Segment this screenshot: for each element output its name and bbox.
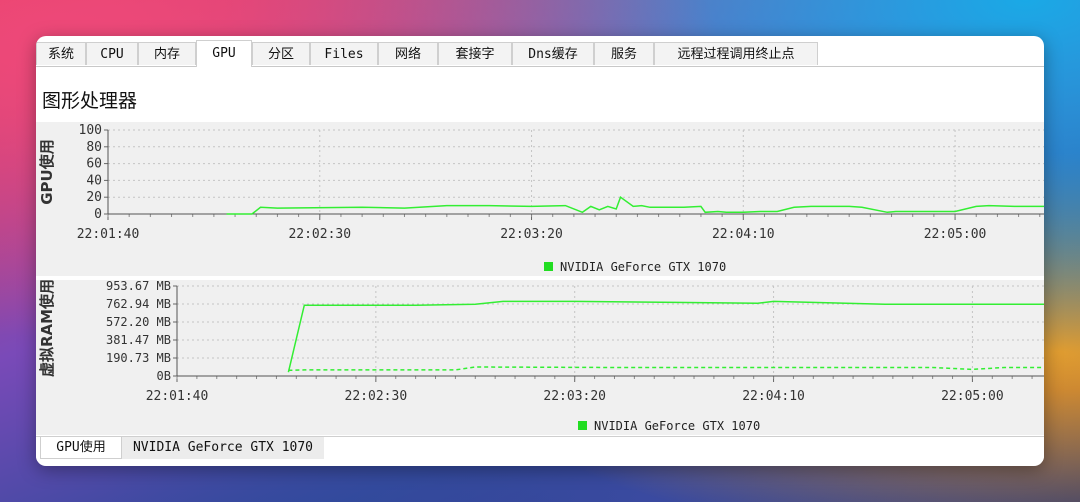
- x-tick-label: 22:03:20: [500, 227, 563, 242]
- tab-rpc-endpoints[interactable]: 远程过程调用终止点: [654, 42, 818, 65]
- tab-partitions[interactable]: 分区: [252, 42, 310, 65]
- y-tick-label: 190.73 MB: [106, 351, 171, 365]
- tab-files[interactable]: Files: [310, 42, 378, 65]
- vram-usage-chart: 953.67 MB 762.94 MB 572.20 MB 381.47 MB 190.…: [38, 279, 1044, 433]
- tab-network[interactable]: 网络: [378, 42, 438, 65]
- bottom-tab-gpu-usage[interactable]: GPU使用: [40, 437, 122, 459]
- x-tick-label: 22:02:30: [288, 227, 351, 242]
- legend-marker: [578, 421, 587, 430]
- tab-sockets[interactable]: 套接字: [438, 42, 512, 65]
- y-axis-label: 虚拟RAM使用: [38, 280, 56, 377]
- app-window: 系统 CPU 内存 GPU 分区 Files 网络 套接字 Dns缓存 服务 远…: [36, 36, 1044, 466]
- tab-dns-cache[interactable]: Dns缓存: [512, 42, 594, 65]
- x-tick-label: 22:03:20: [543, 389, 606, 404]
- tab-services[interactable]: 服务: [594, 42, 654, 65]
- y-axis-label: GPU使用: [38, 139, 56, 205]
- x-tick-label: 22:02:30: [345, 389, 408, 404]
- y-tick-label: 762.94 MB: [106, 297, 171, 311]
- series-line-solid: [226, 196, 1044, 215]
- x-tick-label: 22:04:10: [712, 227, 775, 242]
- y-tick-label: 40: [86, 173, 102, 188]
- tab-cpu[interactable]: CPU: [86, 42, 138, 65]
- tab-memory[interactable]: 内存: [138, 42, 196, 65]
- y-tick-label: 20: [86, 190, 102, 205]
- x-tick-label: 22:01:40: [146, 389, 209, 404]
- legend-label: NVIDIA GeForce GTX 1070: [594, 419, 760, 433]
- legend-label: NVIDIA GeForce GTX 1070: [560, 260, 726, 274]
- legend-marker: [544, 262, 553, 271]
- vram-usage-chart-panel: 953.67 MB 762.94 MB 572.20 MB 381.47 MB 190.…: [36, 279, 1044, 435]
- gpu-usage-chart-panel: 100 80 60 40 20 0 22:01:40 22:02:30 22:03:20 22:0…: [36, 122, 1044, 276]
- y-tick-label: 100: [79, 123, 102, 138]
- bottom-tab-bar: GPU使用 NVIDIA GeForce GTX 1070: [36, 436, 1044, 461]
- y-tick-label: 572.20 MB: [106, 315, 171, 329]
- y-tick-label: 0B: [157, 369, 171, 383]
- gpu-usage-chart: 100 80 6040 20 0 22:01:40 22:02:30 22:03:20 22:0…: [38, 123, 1044, 274]
- page-title: 图形处理器: [42, 90, 138, 112]
- x-tick-label: 22:04:10: [742, 389, 805, 404]
- x-tick-label: 22:05:00: [924, 227, 987, 242]
- series-line-dashed: [288, 366, 1044, 372]
- x-tick-label: 22:05:00: [941, 389, 1004, 404]
- tab-system[interactable]: 系统: [36, 42, 86, 65]
- y-tick-label: 80: [86, 140, 102, 155]
- tab-bar: 系统 CPU 内存 GPU 分区 Files 网络 套接字 Dns缓存 服务 远…: [36, 40, 1044, 67]
- tab-gpu[interactable]: GPU: [196, 40, 252, 67]
- series-line-solid: [287, 300, 1044, 373]
- y-tick-label: 0: [94, 207, 102, 222]
- y-tick-label: 953.67 MB: [106, 280, 171, 293]
- x-tick-label: 22:01:40: [77, 227, 140, 242]
- y-tick-label: 60: [86, 157, 102, 172]
- bottom-tab-gtx-1070[interactable]: NVIDIA GeForce GTX 1070: [122, 437, 324, 459]
- y-tick-label: 381.47 MB: [106, 333, 171, 347]
